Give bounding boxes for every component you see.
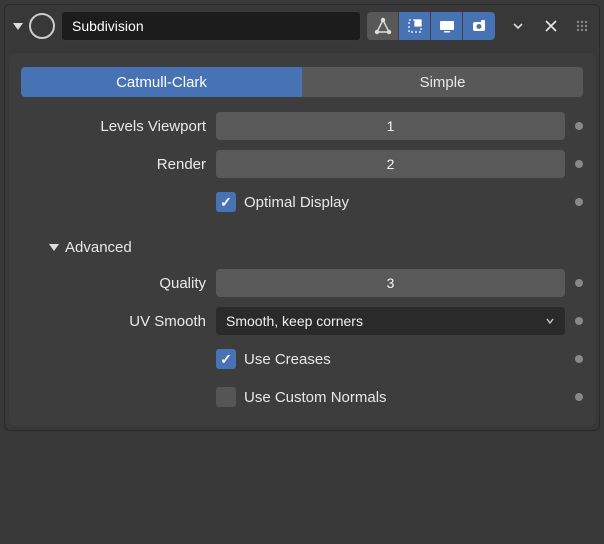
subdivision-type-tabs: Catmull-Clark Simple (21, 67, 583, 97)
extras-dropdown[interactable] (507, 12, 529, 40)
levels-viewport-anim-dot[interactable] (575, 122, 583, 130)
drag-handle[interactable] (573, 14, 591, 38)
modifier-panel: Catmull-Clark Simple Levels Viewport 1 R… (4, 4, 600, 431)
optimal-display-checkbox[interactable] (216, 192, 236, 212)
modifier-header (9, 9, 595, 43)
use-custom-normals-label[interactable]: Use Custom Normals (244, 389, 387, 406)
use-creases-checkbox[interactable] (216, 349, 236, 369)
edit-mode-toggle[interactable] (367, 12, 399, 40)
optimal-display-anim-dot[interactable] (575, 198, 583, 206)
subdivision-icon (29, 13, 55, 39)
tab-simple[interactable]: Simple (302, 67, 583, 97)
use-creases-label[interactable]: Use Creases (244, 351, 331, 368)
use-custom-normals-anim-dot[interactable] (575, 393, 583, 401)
render-input[interactable]: 2 (216, 150, 565, 178)
chevron-down-icon (545, 316, 555, 326)
uv-smooth-value: Smooth, keep corners (226, 313, 363, 329)
tab-catmull-clark[interactable]: Catmull-Clark (21, 67, 302, 97)
uv-smooth-anim-dot[interactable] (575, 317, 583, 325)
quality-input[interactable]: 3 (216, 269, 565, 297)
render-anim-dot[interactable] (575, 160, 583, 168)
advanced-section-toggle[interactable]: Advanced (21, 225, 583, 268)
advanced-label: Advanced (65, 239, 132, 256)
use-creases-anim-dot[interactable] (575, 355, 583, 363)
render-label: Render (21, 156, 206, 173)
modifier-body: Catmull-Clark Simple Levels Viewport 1 R… (9, 53, 595, 426)
uv-smooth-select[interactable]: Smooth, keep corners (216, 307, 565, 335)
viewport-toggle[interactable] (431, 12, 463, 40)
uv-smooth-label: UV Smooth (21, 313, 206, 330)
optimal-display-label[interactable]: Optimal Display (244, 194, 349, 211)
chevron-down-icon (49, 244, 59, 251)
delete-modifier-button[interactable] (539, 14, 563, 38)
cage-toggle[interactable] (399, 12, 431, 40)
quality-label: Quality (21, 275, 206, 292)
levels-viewport-input[interactable]: 1 (216, 112, 565, 140)
expand-toggle[interactable] (13, 23, 23, 30)
levels-viewport-label: Levels Viewport (21, 118, 206, 135)
quality-anim-dot[interactable] (575, 279, 583, 287)
visibility-toggles (367, 12, 495, 40)
render-toggle[interactable] (463, 12, 495, 40)
use-custom-normals-checkbox[interactable] (216, 387, 236, 407)
modifier-name-input[interactable] (61, 11, 361, 41)
